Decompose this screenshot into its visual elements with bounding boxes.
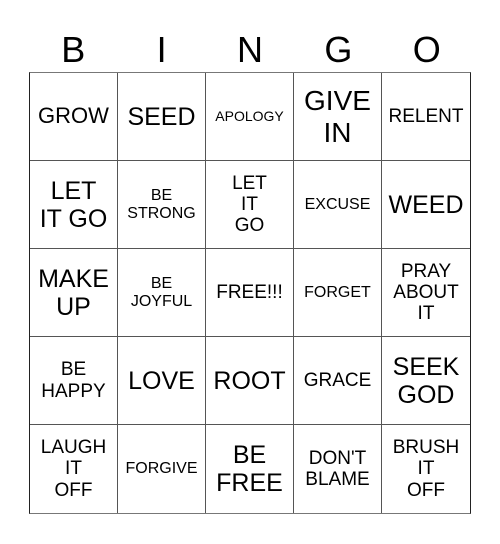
bingo-cell[interactable]: ROOT: [206, 337, 294, 425]
bingo-grid: GROW SEED APOLOGY GIVE IN RELENT LET IT GO BE …: [29, 72, 471, 514]
header-letter-g: G: [324, 29, 353, 70]
bingo-cell[interactable]: FREE!!!: [206, 249, 294, 337]
bingo-cell[interactable]: FORGET: [294, 249, 382, 337]
bingo-cell[interactable]: MAKE UP: [30, 249, 118, 337]
bingo-cell[interactable]: BE STRONG: [118, 161, 206, 249]
header-letter-o: O: [412, 29, 441, 70]
header-letter-i: I: [156, 29, 167, 70]
bingo-cell[interactable]: GRACE: [294, 337, 382, 425]
bingo-cell[interactable]: APOLOGY: [206, 73, 294, 161]
bingo-cell[interactable]: WEED: [382, 161, 470, 249]
bingo-cell[interactable]: LET IT GO: [206, 161, 294, 249]
bingo-cell[interactable]: SEED: [118, 73, 206, 161]
header-letter-b: B: [61, 29, 86, 70]
bingo-cell[interactable]: BE HAPPY: [30, 337, 118, 425]
bingo-cell[interactable]: BE JOYFUL: [118, 249, 206, 337]
bingo-cell[interactable]: FORGIVE: [118, 425, 206, 513]
bingo-cell[interactable]: EXCUSE: [294, 161, 382, 249]
bingo-cell[interactable]: BE FREE: [206, 425, 294, 513]
bingo-cell[interactable]: LOVE: [118, 337, 206, 425]
bingo-cell[interactable]: LAUGH IT OFF: [30, 425, 118, 513]
bingo-cell[interactable]: PRAY ABOUT IT: [382, 249, 470, 337]
header-letter-n: N: [236, 29, 263, 70]
bingo-cell[interactable]: LET IT GO: [30, 161, 118, 249]
bingo-cell[interactable]: RELENT: [382, 73, 470, 161]
bingo-cell[interactable]: DON'T BLAME: [294, 425, 382, 513]
bingo-cell[interactable]: BRUSH IT OFF: [382, 425, 470, 513]
bingo-cell[interactable]: GIVE IN: [294, 73, 382, 161]
bingo-cell[interactable]: GROW: [30, 73, 118, 161]
bingo-header: B I N G O: [29, 28, 471, 72]
bingo-cell[interactable]: SEEK GOD: [382, 337, 470, 425]
